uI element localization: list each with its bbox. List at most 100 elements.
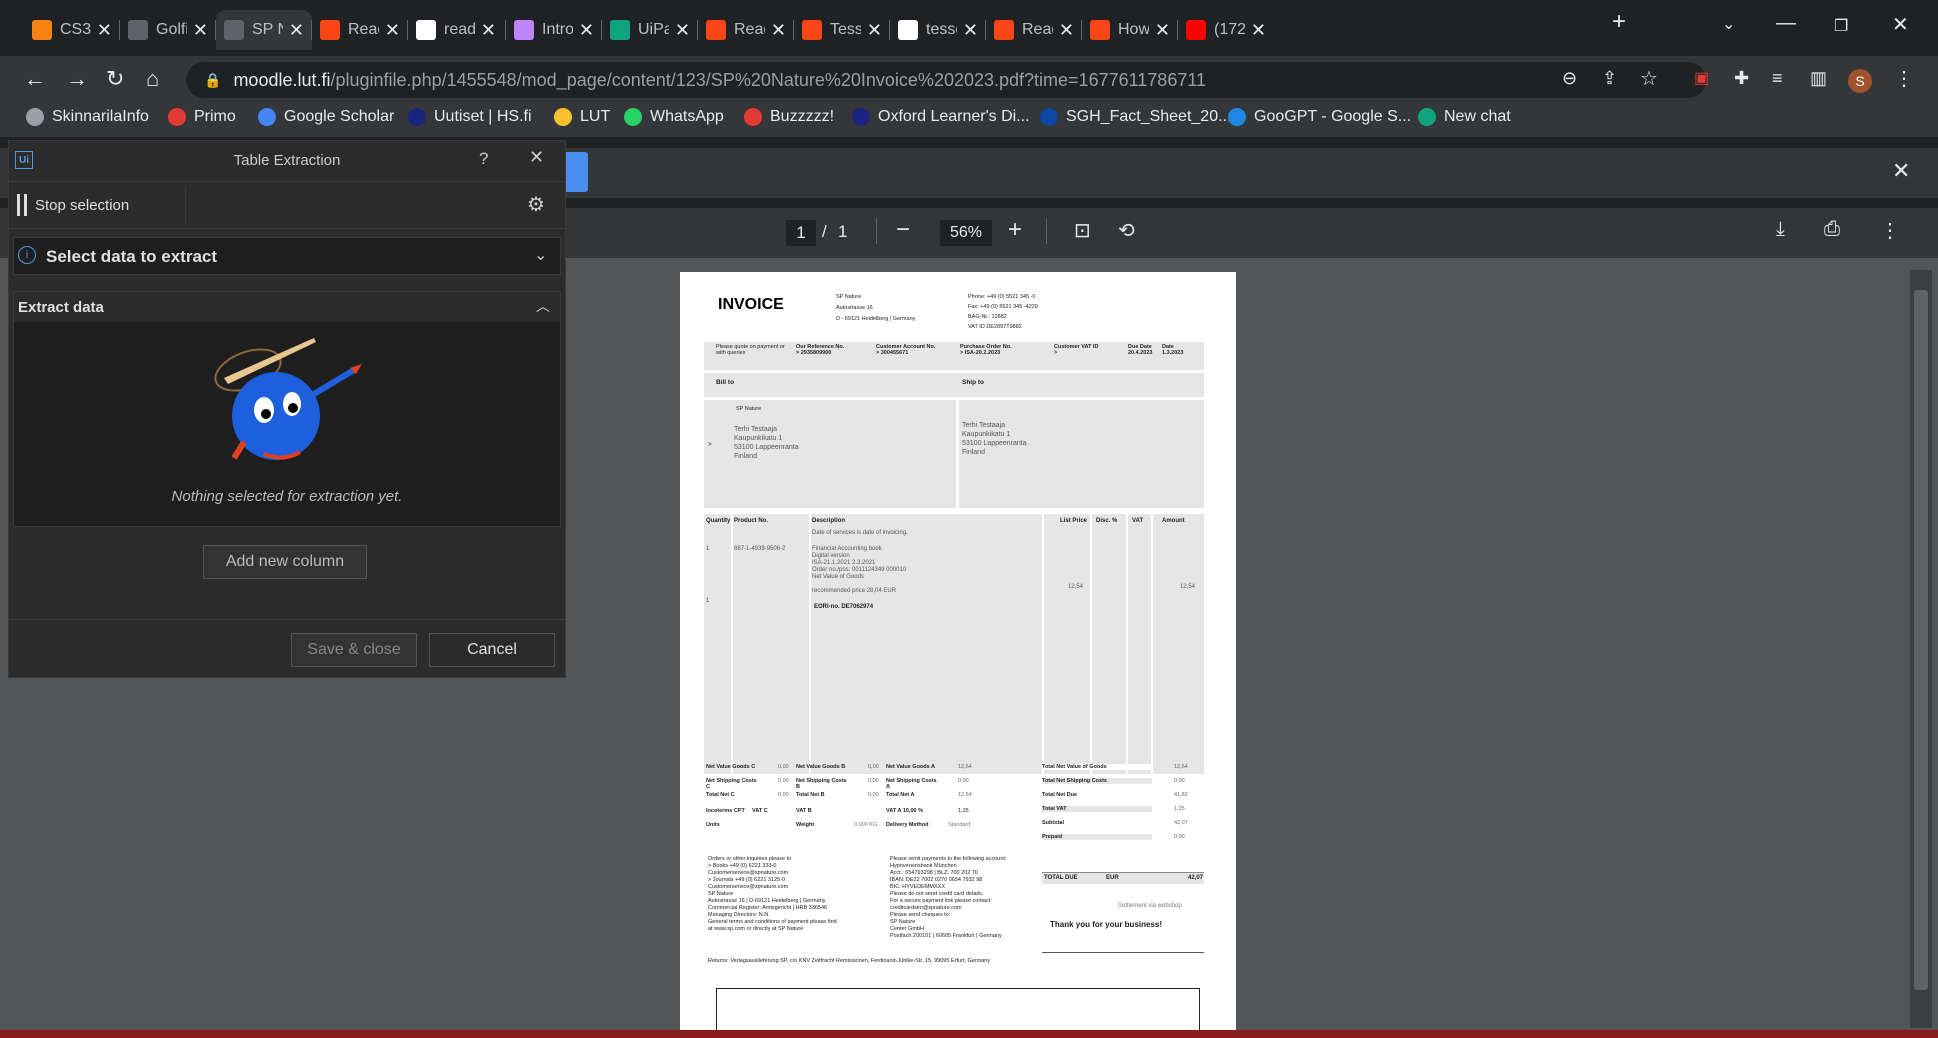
tab-6[interactable]: Introd✕ <box>506 10 602 50</box>
more-actions-icon[interactable]: ⋮ <box>1880 218 1900 243</box>
bookmark-item[interactable]: SGH_Fact_Sheet_20... <box>1040 108 1231 126</box>
tab-9[interactable]: Tesser✕ <box>794 10 890 50</box>
bookmark-label: Buzzzzz! <box>770 108 835 125</box>
address-domain: moodle.lut.fi <box>233 69 331 90</box>
chevron-up-icon[interactable]: ︿ <box>536 296 550 316</box>
extract-data-header[interactable]: Extract data ︿ <box>14 292 560 322</box>
pdf-scrollbar[interactable] <box>1910 270 1932 1028</box>
uipath-icon <box>994 20 1014 40</box>
text-line: > Books +49 (0) 6221 333-0 <box>708 863 777 869</box>
bookmark-item[interactable]: SkinnarilaInfo <box>26 108 149 126</box>
globe-icon <box>224 20 244 40</box>
close-tab-icon[interactable]: ✕ <box>283 20 304 41</box>
pdf-extension-icon[interactable]: ▣ <box>1694 68 1709 88</box>
page-number-input[interactable]: 1 <box>786 220 816 246</box>
item-product: 887-1-4939-9506-2 <box>734 546 786 552</box>
close-window-icon[interactable]: ✕ <box>1892 12 1909 37</box>
zoom-level[interactable]: 56% <box>940 220 992 246</box>
close-tab-icon[interactable]: ✕ <box>765 20 786 41</box>
column-divider <box>731 514 733 774</box>
item-header: VAT <box>1132 518 1144 524</box>
tab-8[interactable]: Read I✕ <box>698 10 794 50</box>
stop-selection-button[interactable]: Stop selection <box>17 194 129 216</box>
zoom-out-icon[interactable]: ⊖ <box>1562 68 1577 89</box>
bookmark-item[interactable]: Oxford Learner's Di... <box>852 108 1030 126</box>
close-tab-icon[interactable]: ✕ <box>861 20 882 41</box>
close-tab-icon[interactable]: ✕ <box>1053 20 1074 41</box>
text-line: Postfach 200101 | 60605 Frankfurt | Germ… <box>890 933 1002 939</box>
tab-3[interactable]: SP Na✕ <box>216 10 312 50</box>
extensions-icon[interactable]: ✚ <box>1734 68 1749 89</box>
close-tab-icon[interactable]: ✕ <box>91 20 112 41</box>
tab-10[interactable]: tesser✕ <box>890 10 986 50</box>
tab-4[interactable]: Read I✕ <box>312 10 408 50</box>
bookmark-item[interactable]: New chat <box>1418 108 1511 126</box>
close-tab-icon[interactable]: ✕ <box>1149 20 1170 41</box>
chevron-down-icon[interactable]: ⌄ <box>534 245 547 265</box>
reading-list-icon[interactable]: ≡ <box>1772 68 1783 89</box>
bookmark-item[interactable]: GooGPT - Google S... <box>1228 108 1411 126</box>
close-tab-icon[interactable]: ✕ <box>669 20 690 41</box>
tab-13[interactable]: (172)✕ <box>1178 10 1274 50</box>
tab-1[interactable]: CS31A✕ <box>24 10 120 50</box>
bookmark-item[interactable]: Google Scholar <box>258 108 394 126</box>
close-tab-icon[interactable]: ✕ <box>573 20 594 41</box>
back-icon[interactable]: ← <box>24 66 46 92</box>
google-icon <box>416 20 436 40</box>
bookmark-item[interactable]: Buzzzzz! <box>744 108 834 126</box>
tab-title: How t <box>1118 21 1149 38</box>
close-tab-icon[interactable]: ✕ <box>475 20 496 41</box>
forward-icon[interactable]: → <box>66 66 88 92</box>
save-close-button[interactable]: Save & close <box>291 633 417 667</box>
download-icon[interactable]: ⤓ <box>1776 218 1785 241</box>
reload-icon[interactable]: ↻ <box>106 66 124 92</box>
select-data-section[interactable]: i Select data to extract ⌄ <box>13 237 561 275</box>
close-tab-icon[interactable]: ✕ <box>379 20 400 41</box>
scrollbar-thumb[interactable] <box>1914 290 1928 990</box>
tab-7[interactable]: UiPath✕ <box>602 10 698 50</box>
tab-title: Read I <box>734 21 765 38</box>
bookmark-star-icon[interactable]: ☆ <box>1640 66 1658 91</box>
close-bar-icon[interactable]: ✕ <box>1892 158 1910 184</box>
total-due-cell: TOTAL DUE <box>1044 875 1078 881</box>
home-icon[interactable]: ⌂ <box>146 66 159 92</box>
settings-gear-icon[interactable]: ⚙ <box>527 192 545 217</box>
bookmark-item[interactable]: WhatsApp <box>624 108 724 126</box>
fit-page-icon[interactable]: ⊡ <box>1074 218 1091 243</box>
close-tab-icon[interactable]: ✕ <box>1245 20 1266 41</box>
grand-total-label: Total Net Due <box>1042 792 1152 798</box>
zoom-out-button[interactable]: − <box>896 216 910 244</box>
close-tab-icon[interactable]: ✕ <box>957 20 978 41</box>
bill-address: Terhi Testaaja Kaupunkikatu 1 53100 Lappee… <box>734 425 799 461</box>
address-bar[interactable]: 🔒 moodle.lut.fi/pluginfile.php/1455548/m… <box>186 62 1706 98</box>
text-line: Commercial Register: Amtsgericht | HRB 3… <box>708 905 828 911</box>
tab-search-icon[interactable]: ⌄ <box>1722 14 1735 34</box>
text-line: at www.sp.com or directly at SP Nature <box>708 926 804 932</box>
print-icon[interactable]: ⎙ <box>1824 218 1840 241</box>
share-icon[interactable]: ⇪ <box>1602 68 1617 89</box>
tab-12[interactable]: How t✕ <box>1082 10 1178 50</box>
minimize-icon[interactable]: — <box>1776 12 1796 35</box>
add-column-button[interactable]: Add new column <box>203 545 367 579</box>
text-line: 53100 Lappeenranta <box>962 440 1027 447</box>
restore-icon[interactable]: ❐ <box>1834 16 1848 36</box>
bookmark-item[interactable]: Primo <box>168 108 236 126</box>
bookmark-item[interactable]: Uutiset | HS.fi <box>408 108 532 126</box>
close-tab-icon[interactable]: ✕ <box>187 20 208 41</box>
cancel-button[interactable]: Cancel <box>429 633 555 667</box>
tab-separator <box>311 20 312 40</box>
close-dialog-icon[interactable]: ✕ <box>529 147 544 168</box>
tab-5[interactable]: read p✕ <box>408 10 504 50</box>
menu-icon[interactable]: ⋮ <box>1894 66 1914 91</box>
help-button[interactable]: ? <box>479 149 488 169</box>
tab-2[interactable]: Golfii✕ <box>120 10 216 50</box>
new-tab-icon[interactable]: + <box>1612 8 1626 36</box>
bookmark-item[interactable]: LUT <box>554 108 610 126</box>
rotate-icon[interactable]: ⟲ <box>1118 218 1135 243</box>
tab-11[interactable]: Read I✕ <box>986 10 1082 50</box>
side-panel-icon[interactable]: ▥ <box>1810 68 1827 89</box>
text-line: Please send cheques to: <box>890 912 951 918</box>
text-line: SP Nature <box>836 294 862 300</box>
profile-avatar[interactable]: S <box>1848 69 1872 93</box>
zoom-in-button[interactable]: + <box>1008 216 1022 244</box>
